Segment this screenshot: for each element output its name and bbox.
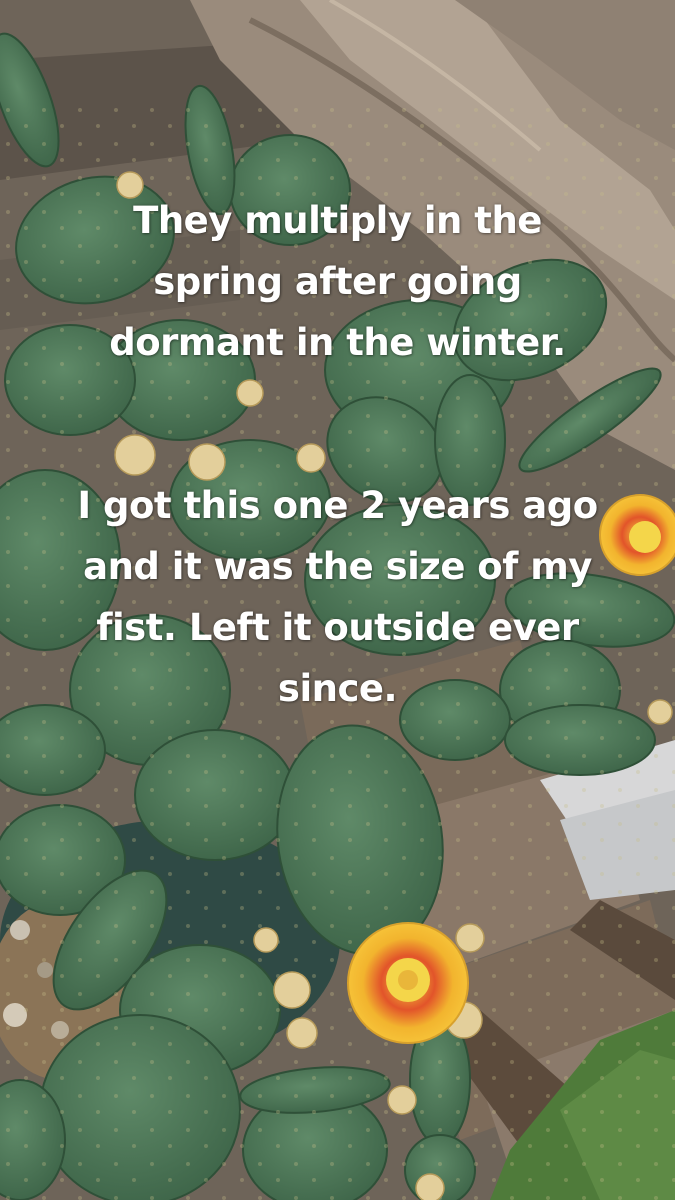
caption-line: dormant in the winter. [109, 321, 566, 364]
story-screen: They multiply in the spring after going … [0, 0, 675, 1200]
caption-line: fist. Left it outside ever [96, 606, 579, 649]
caption-line: since. [277, 667, 398, 710]
caption-line: and it was the size of my [83, 545, 592, 588]
caption-block-1: They multiply in the spring after going … [0, 190, 675, 373]
caption-line: I got this one 2 years ago [77, 484, 598, 527]
caption-block-2: I got this one 2 years ago and it was th… [0, 475, 675, 719]
caption-line: spring after going [153, 260, 522, 303]
flower-large [347, 922, 469, 1044]
caption-line: They multiply in the [133, 199, 542, 242]
